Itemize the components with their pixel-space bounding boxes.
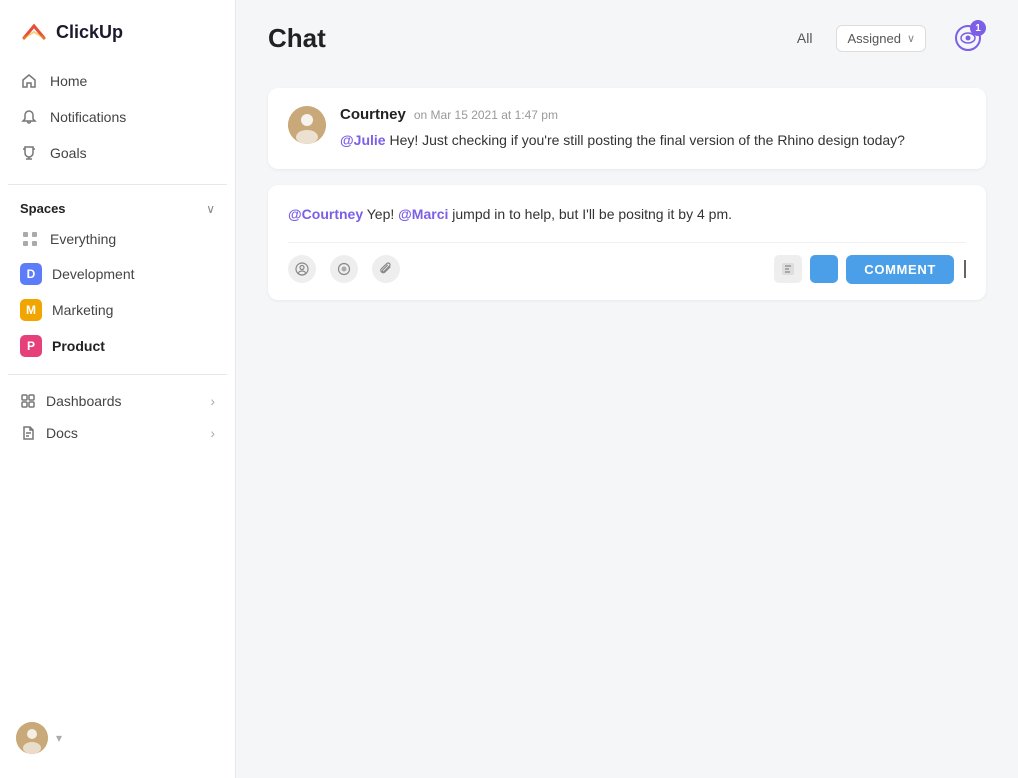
sidebar-item-notifications-label: Notifications [50, 109, 126, 125]
filter-assigned-dropdown[interactable]: Assigned ∨ [836, 25, 926, 52]
sidebar-item-dashboards[interactable]: Dashboards › [0, 385, 235, 417]
chat-header: Chat All Assigned ∨ 1 [236, 0, 1018, 72]
logo-text: ClickUp [56, 22, 123, 43]
reply-text1: Yep! [363, 206, 398, 222]
assigned-chevron-icon: ∨ [907, 32, 915, 45]
dashboards-icon [20, 393, 36, 409]
notification-watch-button[interactable]: 1 [950, 20, 986, 56]
sidebar-item-development-label: Development [52, 266, 135, 282]
divider-1 [8, 184, 227, 185]
chat-area: Courtney on Mar 15 2021 at 1:47 pm @Juli… [236, 72, 1018, 778]
user-profile[interactable]: ▾ [0, 710, 235, 766]
courtney-avatar [288, 106, 326, 144]
page-title: Chat [268, 23, 326, 54]
reply-footer: COMMENT [288, 242, 966, 284]
expand-icon [818, 263, 830, 275]
product-badge: P [20, 335, 42, 357]
trophy-icon [20, 144, 38, 162]
cursor-indicator [964, 260, 966, 278]
message-text: @Julie Hey! Just checking if you're stil… [340, 129, 966, 151]
sidebar-item-home-label: Home [50, 73, 87, 89]
record-icon [337, 262, 351, 276]
sidebar-item-marketing[interactable]: M Marketing [8, 292, 227, 328]
reply-actions [288, 255, 400, 283]
divider-2 [8, 374, 227, 375]
sidebar-nav: Home Notifications Goals [0, 60, 235, 174]
sidebar-item-docs[interactable]: Docs › [0, 417, 235, 449]
comment-button[interactable]: COMMENT [846, 255, 954, 284]
sidebar-item-everything-label: Everything [50, 231, 116, 247]
message-time: on Mar 15 2021 at 1:47 pm [414, 108, 558, 122]
spaces-chevron-icon: ∨ [206, 202, 215, 216]
docs-chevron-icon: › [210, 425, 215, 441]
paperclip-icon [379, 262, 393, 276]
filter-all-button[interactable]: All [797, 30, 813, 46]
sidebar-item-notifications[interactable]: Notifications [8, 100, 227, 134]
message-header: Courtney on Mar 15 2021 at 1:47 pm [340, 106, 966, 123]
sidebar-item-docs-label: Docs [46, 425, 78, 441]
bell-icon [20, 108, 38, 126]
home-icon [20, 72, 38, 90]
everything-grid-icon [20, 229, 40, 249]
reply-mention-courtney[interactable]: @Courtney [288, 206, 363, 222]
sidebar-item-product[interactable]: P Product [8, 328, 227, 364]
message-author: Courtney [340, 106, 406, 123]
sidebar-item-goals-label: Goals [50, 145, 87, 161]
dashboards-chevron-icon: › [210, 393, 215, 409]
reply-card: @Courtney Yep! @Marci jumpd in to help, … [268, 185, 986, 299]
sidebar-item-goals[interactable]: Goals [8, 136, 227, 170]
development-badge: D [20, 263, 42, 285]
sidebar: ClickUp Home Notifications Goals Spaces … [0, 0, 236, 778]
user-avatar [16, 722, 48, 754]
message-content: Courtney on Mar 15 2021 at 1:47 pm @Juli… [340, 106, 966, 151]
message-body: Hey! Just checking if you're still posti… [386, 132, 905, 148]
message-card: Courtney on Mar 15 2021 at 1:47 pm @Juli… [268, 88, 986, 169]
mention-julie[interactable]: @Julie [340, 132, 386, 148]
reply-text2: jumpd in to help, but I'll be positng it… [448, 206, 732, 222]
user-circle-icon [295, 262, 309, 276]
reply-mention-marci[interactable]: @Marci [398, 206, 448, 222]
sidebar-item-development[interactable]: D Development [8, 256, 227, 292]
reply-record-button[interactable] [330, 255, 358, 283]
logo[interactable]: ClickUp [0, 0, 235, 60]
reply-right-actions: COMMENT [774, 255, 966, 284]
sidebar-item-home[interactable]: Home [8, 64, 227, 98]
filter-assigned-label: Assigned [847, 31, 900, 46]
sidebar-item-marketing-label: Marketing [52, 302, 113, 318]
spaces-header[interactable]: Spaces ∨ [0, 195, 235, 222]
main-content: Chat All Assigned ∨ 1 [236, 0, 1018, 778]
user-chevron: ▾ [56, 731, 62, 745]
sidebar-item-product-label: Product [52, 338, 105, 354]
spaces-label: Spaces [20, 201, 66, 216]
docs-icon [20, 425, 36, 441]
format-icon [782, 263, 794, 275]
reply-user-button[interactable] [288, 255, 316, 283]
reply-text: @Courtney Yep! @Marci jumpd in to help, … [288, 203, 966, 225]
reply-attach-button[interactable] [372, 255, 400, 283]
sidebar-item-dashboards-label: Dashboards [46, 393, 122, 409]
notification-count-badge: 1 [970, 20, 986, 36]
sidebar-item-everything[interactable]: Everything [8, 222, 227, 256]
reply-expand-button[interactable] [810, 255, 838, 283]
clickup-logo-icon [20, 18, 48, 46]
reply-format-button[interactable] [774, 255, 802, 283]
marketing-badge: M [20, 299, 42, 321]
